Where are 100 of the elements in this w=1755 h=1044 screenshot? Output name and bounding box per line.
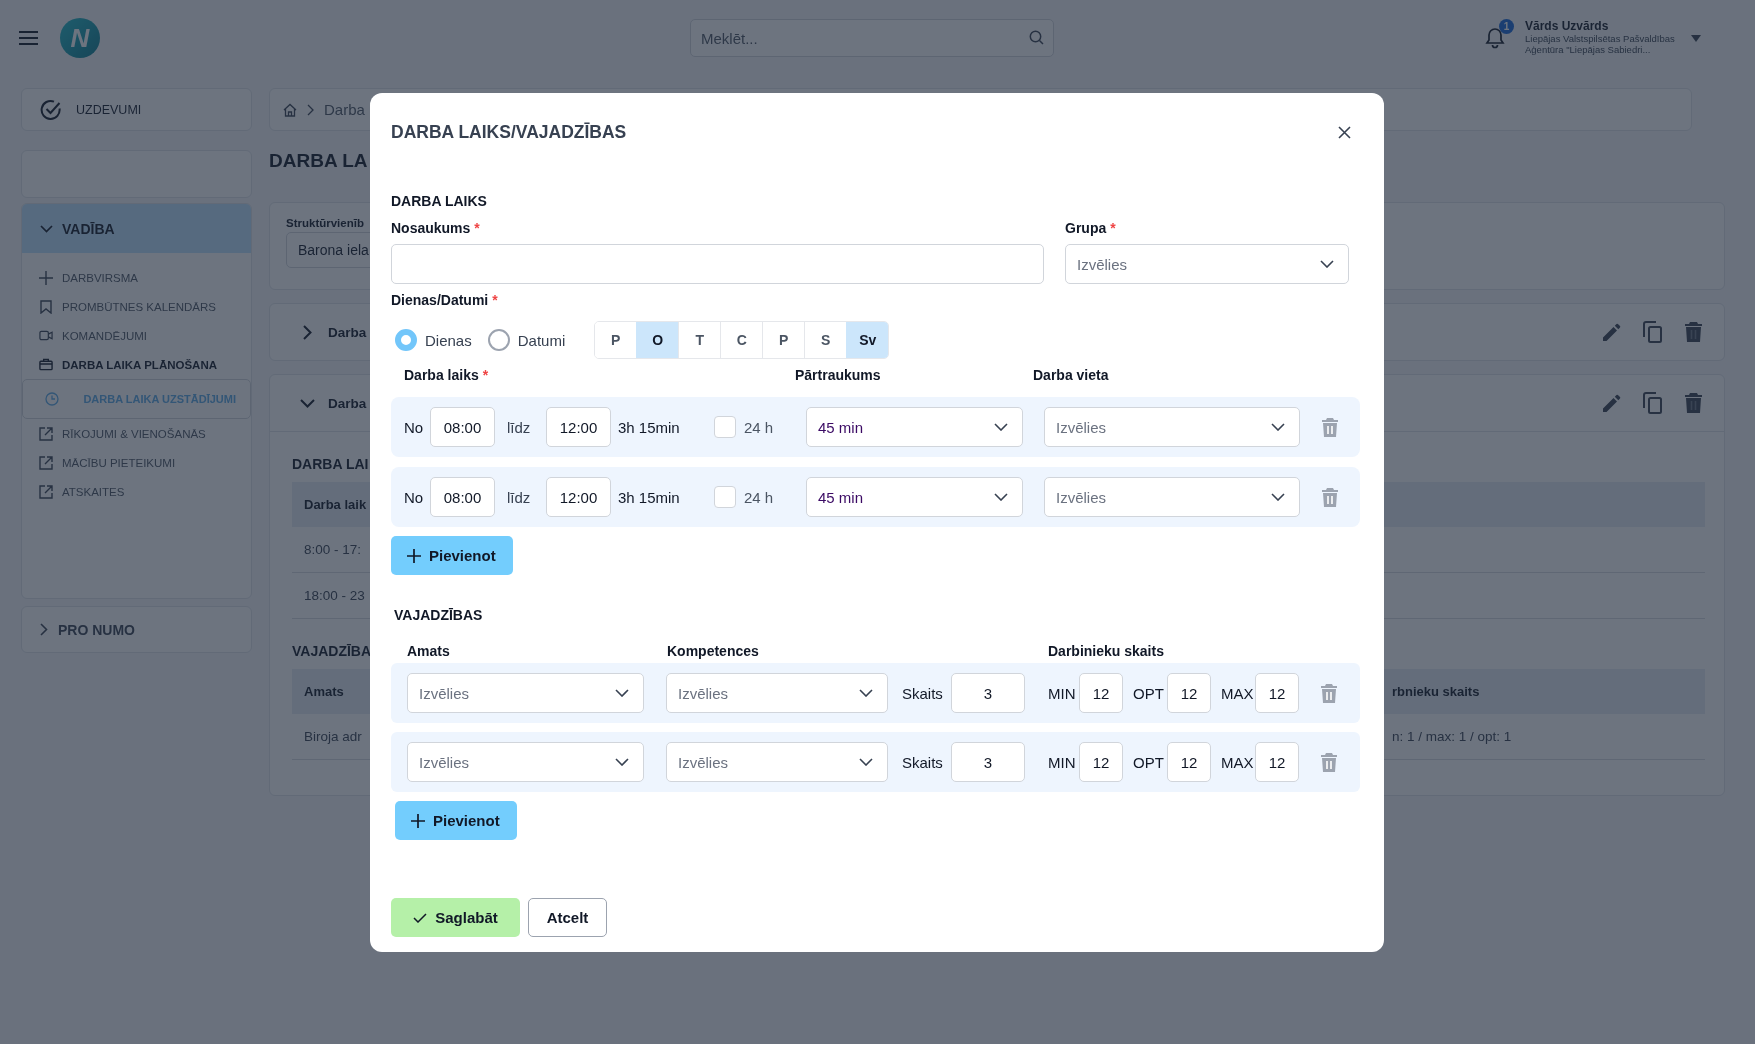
briefcase-icon [39, 358, 53, 371]
notification-badge: 1 [1499, 19, 1514, 34]
chevron-icon[interactable] [303, 324, 312, 340]
dropdown[interactable]: 45 min [806, 407, 1023, 447]
page-title: DARBA LA [269, 149, 368, 173]
number-field[interactable]: 12 [1079, 673, 1123, 713]
trash-icon[interactable] [1321, 683, 1337, 703]
search-icon[interactable] [1029, 30, 1044, 45]
trash-icon[interactable] [1321, 752, 1337, 772]
organization-name: Aģentūra "Liepājas Sabiedri... [1525, 44, 1652, 56]
tasks-label: UZDEVUMI [76, 102, 142, 117]
checkbox-label[interactable]: 24 h [744, 488, 806, 506]
section-heading: VAJADZĪBAS [393, 607, 484, 625]
external-link-icon [39, 455, 53, 470]
dropdown[interactable]: Izvēlies [1065, 244, 1349, 284]
radio-button[interactable] [487, 329, 510, 351]
plus-icon [407, 548, 421, 563]
column-header: rbnieku skaits [1392, 684, 1480, 699]
copy-icon[interactable] [1643, 392, 1663, 414]
radio-label[interactable]: Datumi [517, 331, 566, 349]
section-heading: VAJADZĪBA [292, 643, 372, 661]
column-header: Darba laik [304, 497, 367, 512]
check-icon [413, 912, 428, 923]
field-label: MAX [1221, 684, 1255, 702]
home-icon[interactable] [283, 102, 297, 117]
duration-text: 3h 15min [618, 418, 681, 436]
clock-icon [45, 392, 59, 406]
dialog-title: DARBA LAIKS/VAJADZĪBAS [391, 121, 627, 143]
required-mark: * [1110, 220, 1116, 238]
checkbox[interactable] [714, 486, 736, 508]
field-label: Struktūrvienīb [286, 217, 364, 229]
checkbox[interactable] [714, 416, 736, 438]
pencil-icon[interactable] [1603, 394, 1621, 412]
dropdown[interactable]: Izvēlies [1044, 407, 1300, 447]
search-field[interactable]: Meklēt... [690, 19, 1054, 57]
radio-label[interactable]: Dienas [425, 331, 472, 349]
name-field[interactable] [391, 244, 1044, 284]
time-field[interactable]: 12:00 [546, 477, 611, 517]
bookmark-icon [39, 299, 53, 314]
add-button[interactable]: Pievienot [395, 801, 517, 840]
field-label: Dienas/Datumi [391, 292, 489, 310]
checkbox-label[interactable]: 24 h [744, 418, 806, 436]
table-cell: Biroja adr [304, 729, 362, 744]
time-field[interactable]: 08:00 [430, 407, 495, 447]
table-cell: n: 1 / max: 1 / opt: 1 [1392, 729, 1512, 744]
field-label: No [404, 418, 425, 436]
field-label: Grupa [1065, 220, 1107, 238]
pencil-icon[interactable] [1603, 323, 1621, 341]
number-field[interactable]: 12 [1079, 742, 1123, 782]
number-field[interactable]: 12 [1167, 742, 1211, 782]
add-button[interactable]: Pievienot [391, 536, 513, 575]
plus-icon [39, 270, 53, 285]
trash-icon[interactable] [1685, 322, 1702, 342]
chevron-icon[interactable] [300, 398, 315, 408]
dropdown[interactable]: Izvēlies [666, 742, 888, 782]
chevron-down-icon [615, 689, 629, 697]
chevron-icon [40, 623, 48, 636]
dropdown[interactable]: Izvēlies [666, 673, 888, 713]
cancel-button[interactable]: Atcelt [528, 898, 607, 937]
bell-icon[interactable] [1485, 27, 1505, 49]
required-mark: * [474, 220, 480, 238]
field-label: OPT [1133, 753, 1165, 771]
close-icon[interactable] [1338, 125, 1351, 139]
section-title: VADĪBA [62, 220, 115, 237]
trash-icon[interactable] [1685, 393, 1702, 413]
day-toggle[interactable]: O [636, 322, 679, 358]
dropdown[interactable]: Izvēlies [407, 673, 644, 713]
external-link-icon [39, 426, 53, 441]
chevron-down-icon [994, 423, 1008, 431]
day-toggle[interactable]: Sv [846, 322, 889, 358]
number-field[interactable]: 12 [1255, 742, 1299, 782]
number-field[interactable]: 12 [1167, 673, 1211, 713]
trash-icon[interactable] [1322, 487, 1338, 507]
trash-icon[interactable] [1322, 417, 1338, 437]
chevron-down-icon [994, 493, 1008, 501]
check-circle-icon [40, 98, 62, 121]
dropdown[interactable]: 45 min [806, 477, 1023, 517]
duration-text: 3h 15min [618, 488, 681, 506]
time-field[interactable]: 12:00 [546, 407, 611, 447]
required-mark: * [492, 292, 498, 310]
column-header: Amats [304, 684, 344, 699]
radio-button[interactable] [395, 329, 417, 351]
number-field[interactable]: 12 [1255, 673, 1299, 713]
field-label: Skaits [902, 753, 944, 771]
menu-icon[interactable] [19, 31, 38, 45]
caret-icon[interactable] [1690, 34, 1701, 42]
required-mark: * [482, 367, 489, 383]
chevron-down-icon [1271, 423, 1285, 431]
number-field[interactable]: 3 [951, 673, 1025, 713]
dropdown[interactable]: Izvēlies [1044, 477, 1300, 517]
external-link-icon [39, 484, 53, 499]
field-label: No [404, 488, 425, 506]
dropdown[interactable]: Izvēlies [407, 742, 644, 782]
chevron-icon [40, 224, 53, 233]
number-field[interactable]: 3 [951, 742, 1025, 782]
time-field[interactable]: 08:00 [430, 477, 495, 517]
copy-icon[interactable] [1643, 321, 1663, 343]
field-label: MAX [1221, 753, 1255, 771]
chevron-down-icon [1320, 260, 1334, 268]
save-button[interactable]: Saglabāt [391, 898, 520, 937]
